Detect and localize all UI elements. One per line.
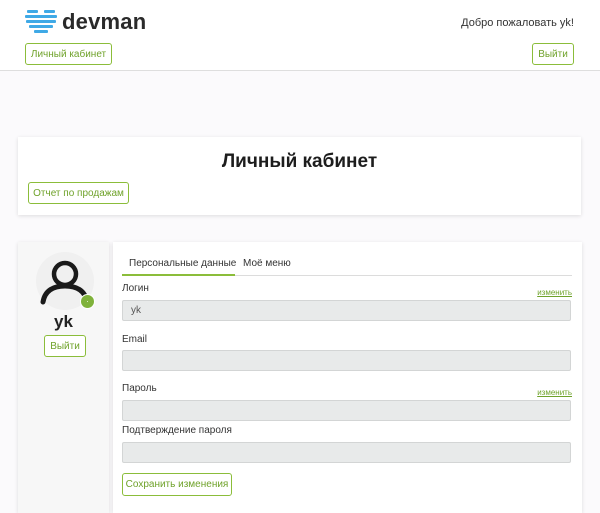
page-title: Личный кабинет xyxy=(221,151,378,172)
tab-personal-data[interactable]: Персональные данные xyxy=(129,258,236,269)
cabinet-button[interactable]: Личный кабинет xyxy=(25,43,112,65)
cabinet-card: Личный кабинет Отчет по продажам xyxy=(18,137,581,215)
sidebar-logout-button[interactable]: Выйти xyxy=(44,335,86,357)
username: yk xyxy=(54,312,73,331)
login-field[interactable]: yk xyxy=(122,300,571,321)
active-tab-indicator xyxy=(122,274,235,276)
brand-name: devman xyxy=(62,8,147,34)
confirm-password-field[interactable] xyxy=(122,442,571,463)
sales-report-button[interactable]: Отчет по продажам xyxy=(28,182,129,204)
login-label: Логин xyxy=(122,283,149,294)
avatar: · xyxy=(36,252,95,310)
save-changes-button[interactable]: Сохранить изменения xyxy=(122,473,232,496)
password-label: Пароль xyxy=(122,383,157,394)
confirm-password-label: Подтверждение пароля xyxy=(122,425,232,436)
password-field[interactable] xyxy=(122,400,571,421)
profile-panel: Персональные данные Моё меню Логин измен… xyxy=(113,242,582,513)
login-change-link[interactable]: изменить xyxy=(537,288,572,297)
tab-my-menu[interactable]: Моё меню xyxy=(243,258,291,269)
status-dot-icon: · xyxy=(80,294,95,309)
site-header: devman Добро пожаловать yk! Личный кабин… xyxy=(0,0,600,71)
email-field[interactable] xyxy=(122,350,571,371)
email-label: Email xyxy=(122,334,148,345)
password-change-link[interactable]: изменить xyxy=(537,388,572,397)
welcome-text: Добро пожаловать yk! xyxy=(461,17,574,29)
logo[interactable]: devman xyxy=(25,8,146,35)
profile-sidebar: · yk Выйти xyxy=(18,242,109,513)
tab-divider xyxy=(235,275,572,276)
heart-logo-icon xyxy=(25,10,57,33)
header-logout-button[interactable]: Выйти xyxy=(532,43,574,65)
